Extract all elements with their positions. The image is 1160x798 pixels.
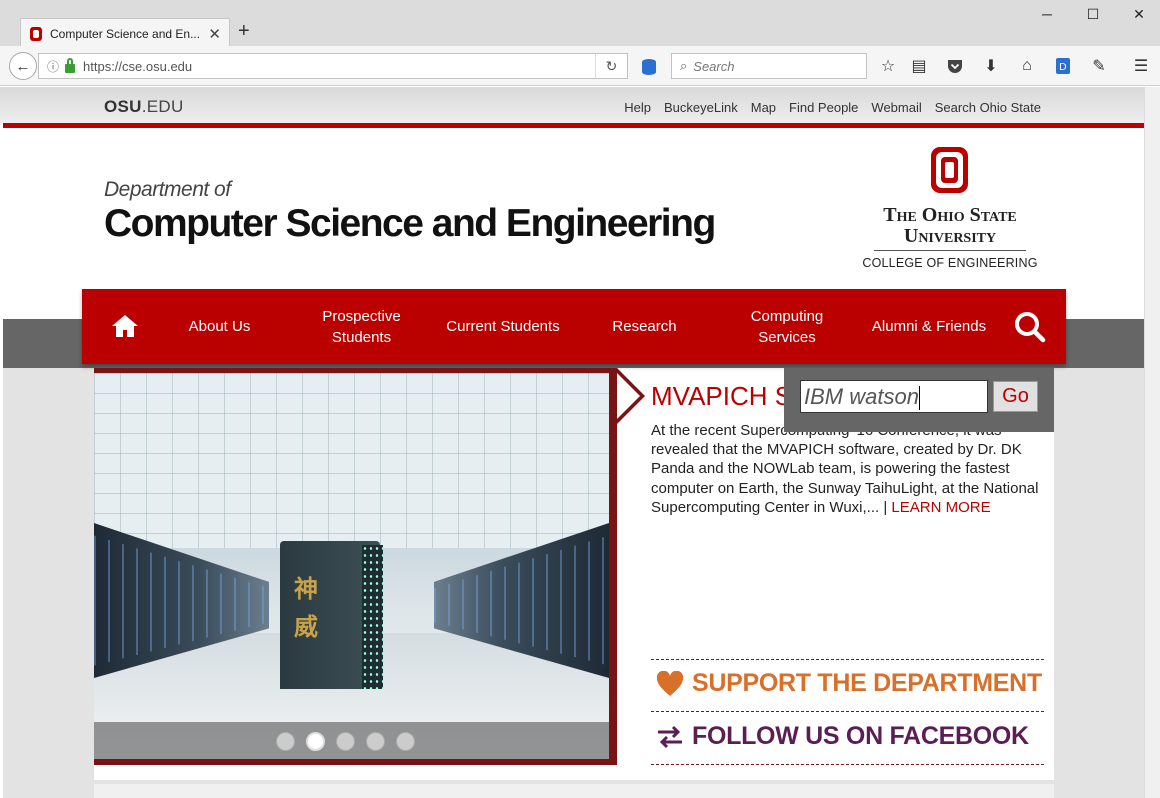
browser-toolbar: ← ⓘ https://cse.osu.edu ↻ ⌕ Search ☆ ▤ ⬇… [0,46,1160,86]
news-title[interactable]: MVAPICH S [651,381,792,412]
url-text[interactable]: https://cse.osu.edu [83,59,595,74]
osu-link-webmail[interactable]: Webmail [871,100,921,115]
maximize-icon[interactable]: ☐ [1083,6,1103,23]
browser-search-input[interactable]: ⌕ Search [671,53,867,79]
divider-2 [651,711,1044,712]
search-icon[interactable] [1014,311,1046,343]
reading-list-icon[interactable]: ▤ [909,56,929,76]
scarlet-divider [3,123,1144,128]
tab-close-icon[interactable]: ✕ [208,25,221,43]
info-icon[interactable]: ⓘ [47,58,59,75]
heart-icon [656,670,684,696]
site-search-input[interactable]: IBM watson [800,380,988,413]
osu-favicon-icon [29,26,43,41]
browser-tab[interactable]: Computer Science and En... ✕ [20,18,230,48]
slide-dot-4[interactable] [366,732,385,751]
magnifier-icon: ⌕ [680,58,688,73]
home-toolbar-icon[interactable]: ⌂ [1017,56,1037,76]
nav-prospective-students[interactable]: Prospective Students [304,289,419,364]
osu-link-search[interactable]: Search Ohio State [935,100,1041,115]
download-icon[interactable]: ⬇ [981,56,1001,76]
page-scrollbar[interactable] [1144,87,1160,798]
bookmark-star-icon[interactable]: ☆ [878,56,898,76]
url-bar[interactable]: ⓘ https://cse.osu.edu ↻ [38,53,628,79]
search-placeholder: Search [693,58,735,74]
osu-links: Help BuckeyeLink Map Find People Webmail… [611,100,1041,115]
menu-hamburger-icon[interactable]: ☰ [1131,56,1151,76]
nav-computing-services[interactable]: Computing Services [732,289,842,364]
univ-name-line2: University [874,225,1026,251]
slide-dot-2[interactable] [306,732,325,751]
lock-icon [65,57,76,73]
content-bottom-strip [94,784,1054,798]
divider-3 [651,764,1044,765]
home-icon[interactable] [111,314,139,338]
nav-about-us[interactable]: About Us [172,289,267,364]
window-close-icon[interactable]: ✕ [1129,6,1149,23]
reload-icon[interactable]: ↻ [595,54,627,78]
slide-dot-1[interactable] [276,732,295,751]
divider-1 [651,659,1044,660]
block-o-logo-icon[interactable] [931,147,968,193]
nav-alumni-friends[interactable]: Alumni & Friends [864,289,994,364]
new-tab-icon[interactable]: + [238,20,250,43]
osu-link-find-people[interactable]: Find People [789,100,858,115]
dept-of-label: Department of [104,178,231,201]
pocket-icon[interactable] [945,56,965,76]
slide-image-supercomputer[interactable]: 神 威 [94,373,609,759]
database-icon[interactable] [642,59,656,75]
slide-dot-3[interactable] [336,732,355,751]
dept-name-title[interactable]: Computer Science and Engineering [104,202,716,246]
osu-global-bar: OSU.EDU Help BuckeyeLink Map Find People… [0,87,1144,123]
svg-text:D: D [1059,62,1067,73]
nav-current-students[interactable]: Current Students [437,289,569,364]
support-department-link[interactable]: SUPPORT THE DEPARTMENT [656,669,1042,698]
slide-dot-5[interactable] [396,732,415,751]
learn-more-link[interactable]: LEARN MORE [891,499,990,516]
tab-title: Computer Science and En... [50,26,201,41]
swap-arrows-icon [658,725,682,748]
osu-edu-logo[interactable]: OSU.EDU [104,97,184,117]
osu-link-buckeyelink[interactable]: BuckeyeLink [664,100,738,115]
college-name: COLLEGE OF ENGINEERING [862,256,1038,270]
news-body: At the recent Supercomputing '16 Confere… [651,422,1039,516]
extension-icon[interactable]: D [1053,56,1073,76]
main-navigation: About Us Prospective Students Current St… [82,289,1066,364]
nav-research[interactable]: Research [597,289,692,364]
osu-link-help[interactable]: Help [624,100,651,115]
notes-extension-icon[interactable]: ✎ [1089,56,1109,76]
search-go-button[interactable]: Go [993,381,1038,412]
minimize-icon[interactable]: ─ [1037,6,1057,22]
back-arrow-icon[interactable]: ← [9,52,37,80]
slide-pager [94,722,609,759]
osu-link-map[interactable]: Map [751,100,776,115]
follow-facebook-link[interactable]: FOLLOW US ON FACEBOOK [656,722,1029,751]
browser-titlebar: Computer Science and En... ✕ + ─ ☐ ✕ [0,0,1160,48]
univ-name-line1: The Ohio State [883,204,1017,226]
